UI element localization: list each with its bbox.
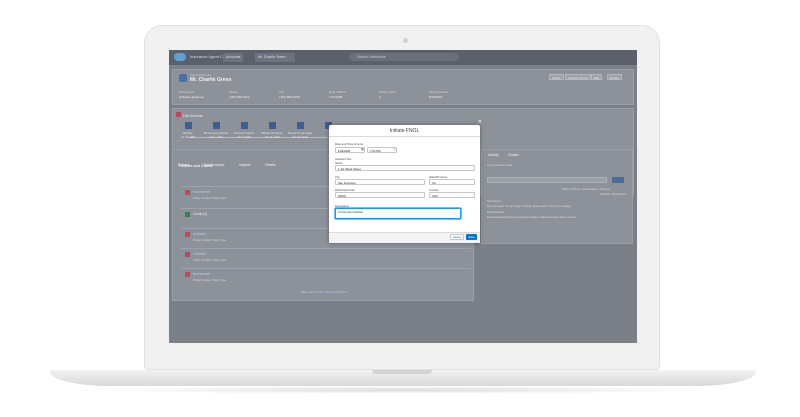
item-link[interactable]: Homeowner xyxy=(193,272,210,276)
screen: Insurance Agent C... Accounts Mr. Charli… xyxy=(169,50,637,343)
camera-dot xyxy=(403,38,408,43)
item-link[interactable]: Umbrella xyxy=(193,252,206,256)
section-title: Policies and Claims xyxy=(179,164,213,168)
field-occupation: Occupation Software Engineer xyxy=(179,90,204,99)
initiate-fnol-modal: ✕ Initiate FNOL Date and Time of Loss 11… xyxy=(329,119,482,243)
field-phone: Phone (415) 555-0132 xyxy=(229,90,250,99)
policy-icon xyxy=(185,190,190,195)
tab-record[interactable]: Mr. Charlie Green xyxy=(255,53,295,62)
next-steps-heading: Next Steps xyxy=(487,199,501,203)
description-textarea[interactable]: I'm the one involved xyxy=(335,208,461,219)
save-button[interactable]: Save xyxy=(466,234,477,240)
field-dob: Date of Birth 7/14/1985 xyxy=(329,90,346,99)
salesforce-logo-icon xyxy=(174,53,186,61)
laptop-shadow xyxy=(90,386,716,394)
view-all-link[interactable]: Show all Policies | Show All Claims xyxy=(301,290,347,294)
document-icon xyxy=(212,122,220,129)
tab-strip: Policies Relationships Insights Details xyxy=(178,153,285,171)
refresh-expand[interactable]: Refresh • Expand All xyxy=(600,192,626,196)
item-meta: Policy Number Policy Type xyxy=(193,278,227,282)
claim-icon xyxy=(185,212,190,217)
date-time-label: Date and Time of Loss xyxy=(335,142,363,146)
next-steps-empty: No next steps. To get things moving, add… xyxy=(487,204,572,208)
tab-insights[interactable]: Insights xyxy=(239,163,251,167)
street-input[interactable]: 1 1st Street Street xyxy=(335,165,475,171)
add-button[interactable] xyxy=(612,177,624,183)
past-activities-empty: No past activity. Past meetings and task… xyxy=(487,215,577,219)
edit-button[interactable]: Edit xyxy=(591,74,603,80)
life-event-node[interactable]: Married Or Partner Jun 14, 2018 xyxy=(257,122,287,139)
truck-icon xyxy=(296,122,304,129)
life-event-node[interactable]: Bill Insurance Renew Jun 1, 2019 xyxy=(201,122,231,139)
field-cell: Cell (415) 555-0158 xyxy=(279,90,300,99)
activity-filters[interactable]: Filters: All time • All activities • All… xyxy=(562,187,610,191)
life-event-node[interactable]: Moved To Las Vegas Mar 12, 2019 xyxy=(285,122,315,139)
calendar-icon[interactable]: ▦ xyxy=(361,147,364,151)
cake-icon xyxy=(184,122,192,129)
tab-chatter[interactable]: Chatter xyxy=(508,153,519,157)
person-account-icon xyxy=(179,74,187,82)
highlights-fields: Occupation Software Engineer Phone (415) 5… xyxy=(179,90,619,102)
clock-icon[interactable]: ◷ xyxy=(393,147,396,151)
marketing-laptop-mockup: Insurance Agent C... Accounts Mr. Charli… xyxy=(0,0,800,417)
policy-icon xyxy=(185,232,190,237)
life-events-icon xyxy=(176,112,181,117)
activity-panel: Activity Chatter Log a Call New Task Fil… xyxy=(481,149,633,244)
item-meta: Policy Number Policy Type xyxy=(193,238,227,242)
item-link[interactable]: Condo (3) xyxy=(193,212,207,216)
life-event-node[interactable]: Personal Property Jan 5, 2018 xyxy=(229,122,259,139)
list-item[interactable]: Homeowner Policy Number Policy Type xyxy=(181,268,471,288)
activity-actions[interactable]: Log a Call New Task xyxy=(487,163,512,167)
list-item[interactable]: Umbrella Policy Number Policy Type xyxy=(181,248,471,268)
house-icon xyxy=(240,122,248,129)
policy-icon xyxy=(185,252,190,257)
app-name[interactable]: Insurance Agent C... xyxy=(190,54,226,59)
rings-icon xyxy=(268,122,276,129)
country-input[interactable]: USA xyxy=(429,192,475,198)
life-events-title: Life Events xyxy=(183,113,203,118)
cancel-button[interactable]: Cancel xyxy=(450,234,464,240)
tab-accounts[interactable]: Accounts xyxy=(223,53,244,62)
delete-button[interactable]: Delete xyxy=(607,74,622,80)
record-title: Mr. Charlie Green xyxy=(190,77,232,83)
field-next-renewal: Next Renewal 8/15/2022 xyxy=(429,90,448,99)
item-meta: Policy Number Policy Type xyxy=(193,258,227,262)
record-header: Person Account Mr. Charlie Green Follow … xyxy=(172,69,634,105)
tab-activity[interactable]: Activity xyxy=(488,153,499,157)
change-owner-button[interactable]: Change Owner xyxy=(565,74,592,80)
tab-details[interactable]: Details xyxy=(265,163,275,167)
item-link[interactable]: Umbrella xyxy=(193,232,206,236)
zip-input[interactable]: 94105 xyxy=(335,192,425,198)
past-activities-heading: Past Activities xyxy=(487,210,505,214)
activity-input[interactable] xyxy=(487,177,607,183)
item-meta: Policy Number Policy Type xyxy=(193,196,227,200)
policy-icon xyxy=(185,272,190,277)
global-search[interactable]: Search Salesforce xyxy=(349,53,459,61)
laptop-notch xyxy=(372,370,432,374)
state-input[interactable]: CA xyxy=(429,179,475,185)
field-policy-count: Policy Count 3 xyxy=(379,90,396,99)
city-input[interactable]: San Francisco xyxy=(335,179,425,185)
modal-title: Initiate FNOL xyxy=(329,125,480,137)
follow-button[interactable]: Follow xyxy=(549,74,564,80)
item-link[interactable]: Homeowner xyxy=(193,190,210,194)
global-header: Insurance Agent C... Accounts Mr. Charli… xyxy=(169,50,637,65)
life-event-node[interactable]: Birthday Jul 14, 1985 xyxy=(173,122,203,139)
